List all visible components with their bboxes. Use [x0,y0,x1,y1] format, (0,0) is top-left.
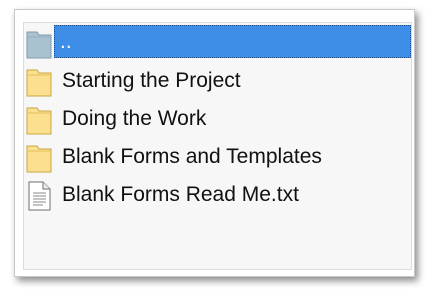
file-list[interactable]: .. Starting the Project Doing the Work B… [23,22,412,270]
list-item-parent-directory[interactable]: .. [26,23,411,61]
text-file-icon [28,181,51,211]
list-item-file-blank-forms-read-me[interactable]: Blank Forms Read Me.txt [26,175,411,213]
file-browser-window: .. Starting the Project Doing the Work B… [14,9,415,277]
list-item-folder-blank-forms-and-templates[interactable]: Blank Forms and Templates [26,137,411,175]
selection-highlight [54,25,411,58]
folder-icon [26,69,52,97]
list-item-label: Blank Forms Read Me.txt [62,183,299,206]
parent-folder-icon [26,31,52,59]
list-item-label: Doing the Work [62,107,207,130]
list-item-folder-doing-the-work[interactable]: Doing the Work [26,99,411,137]
list-item-label: .. [60,30,72,53]
list-item-label: Blank Forms and Templates [62,145,322,168]
folder-icon [26,145,52,173]
folder-icon [26,107,52,135]
list-item-folder-starting-the-project[interactable]: Starting the Project [26,61,411,99]
list-item-label: Starting the Project [62,69,241,92]
